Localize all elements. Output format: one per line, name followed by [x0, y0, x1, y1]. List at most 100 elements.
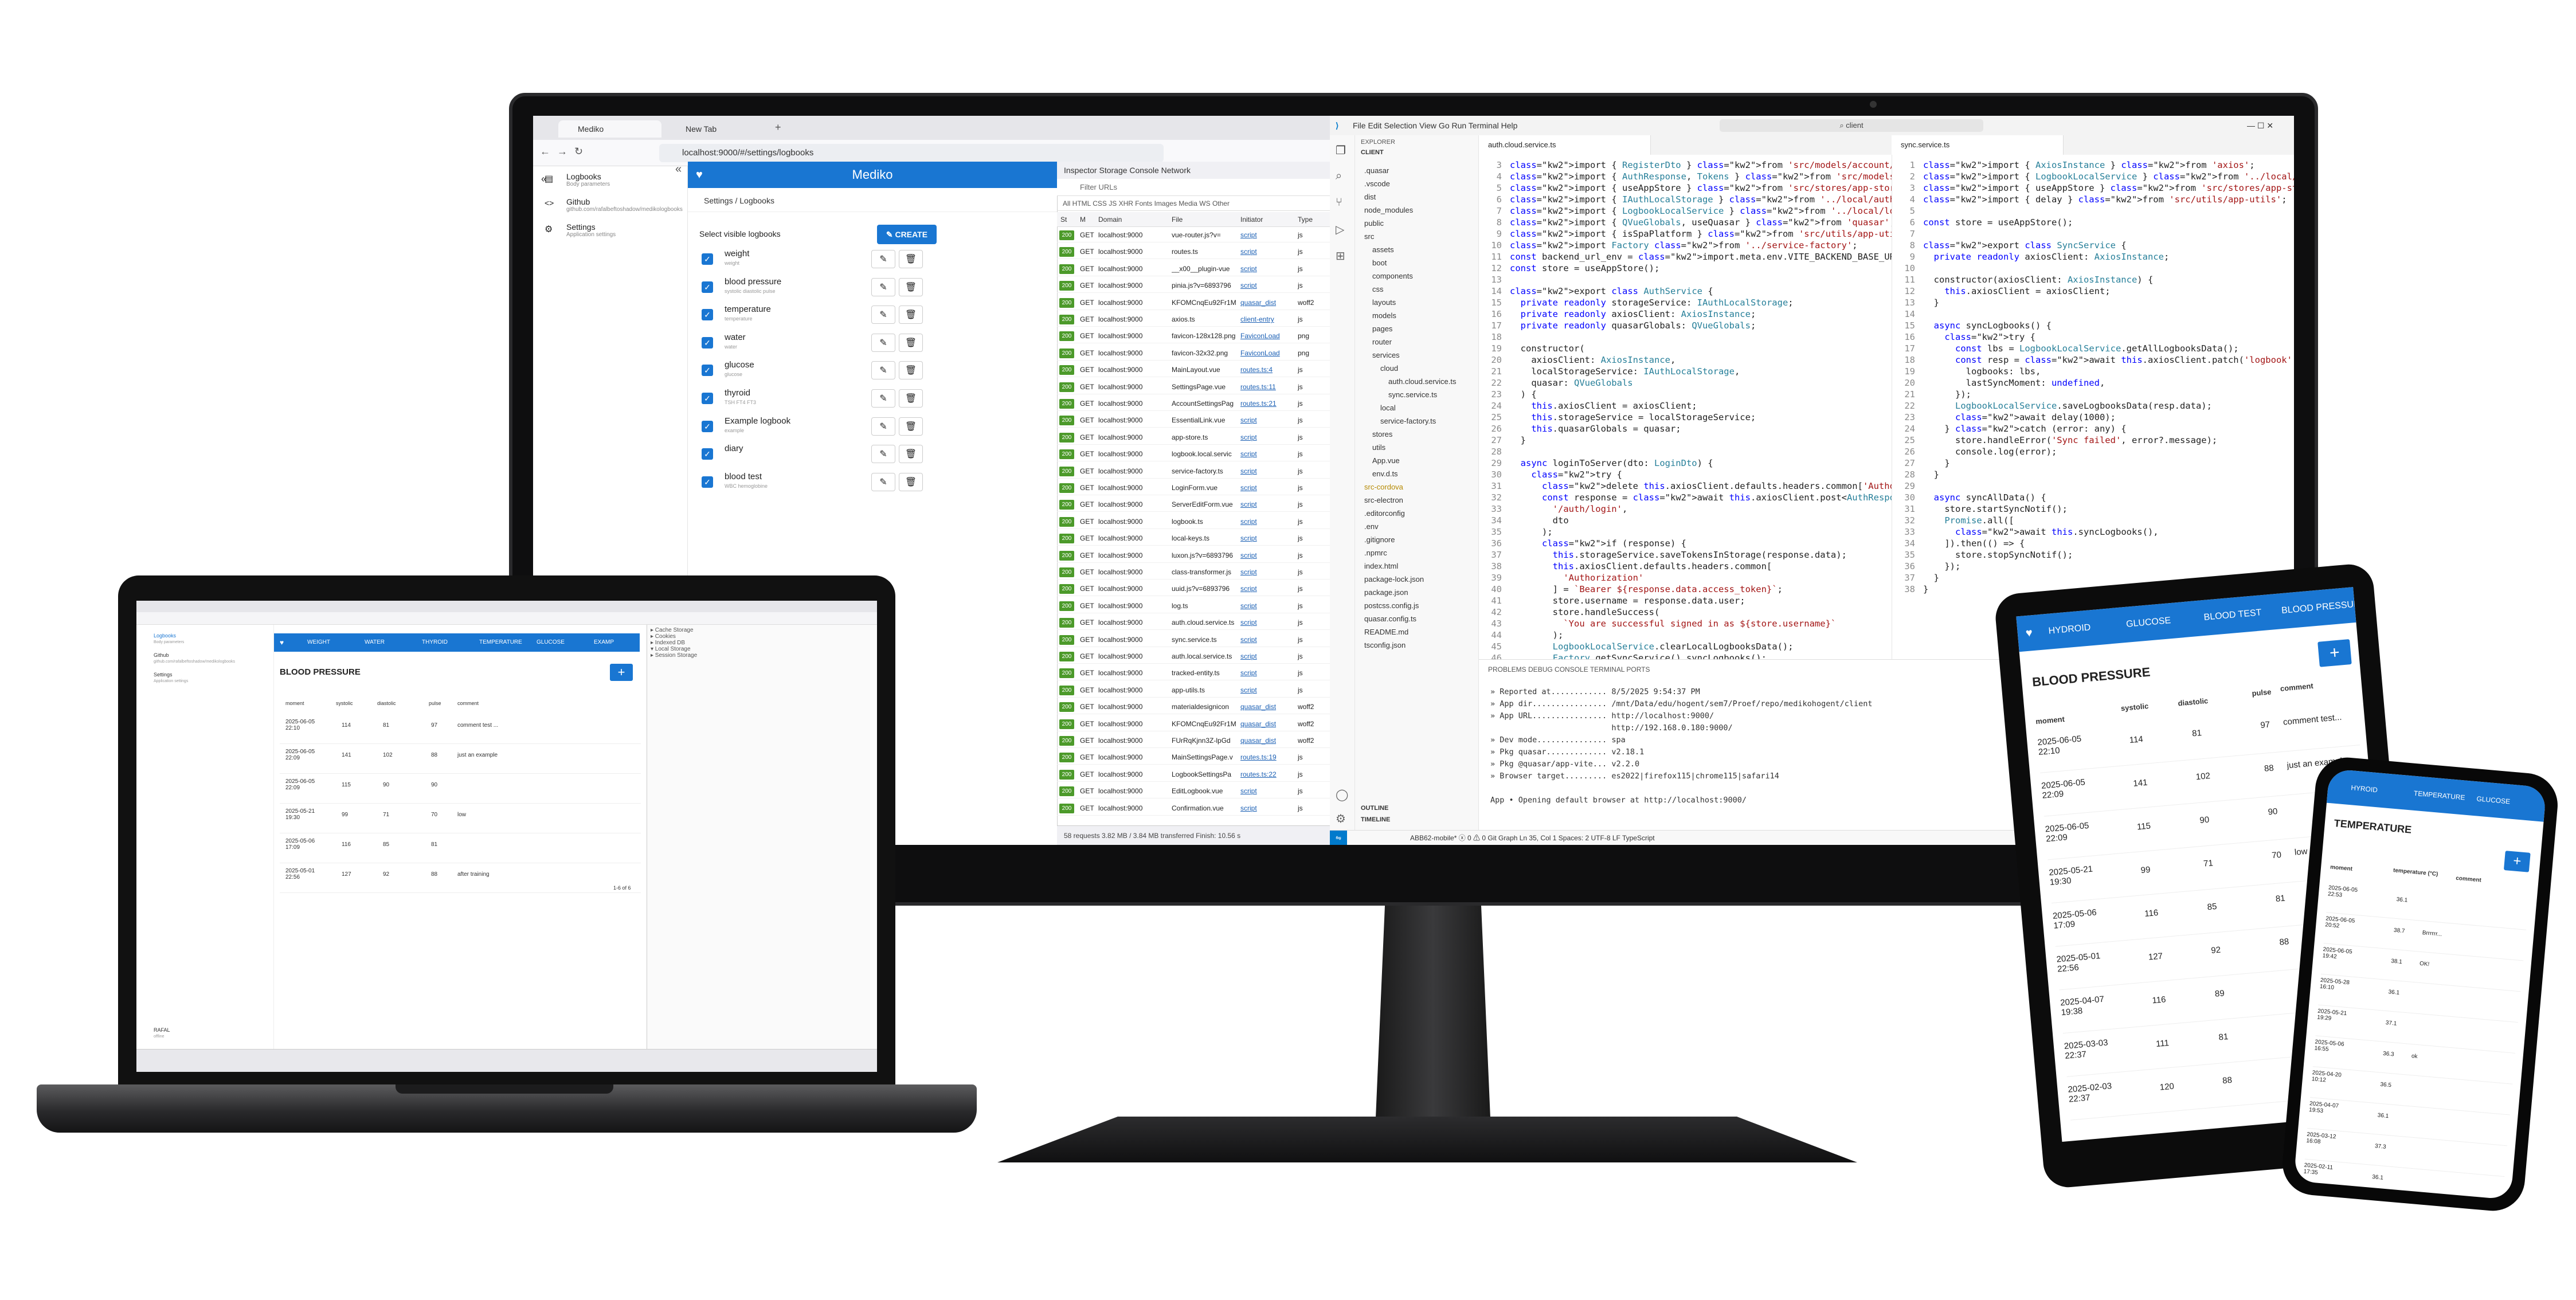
network-request-row[interactable]: 200 GET localhost:9000 EssentialLink.vue scr… [1057, 413, 1330, 428]
explorer-item[interactable]: package-lock.json [1364, 575, 1473, 584]
logbook-row[interactable]: ✓ thyroid TSH FT4 FT3 ✎ 🗑 [694, 385, 934, 412]
explorer-item[interactable]: stores [1372, 430, 1473, 438]
explorer-item[interactable]: src-cordova [1364, 483, 1473, 491]
phone-nav-item[interactable]: GLUCOSE [2475, 781, 2512, 819]
vscode-menu[interactable]: File Edit Selection View Go Run Terminal… [1353, 116, 1517, 135]
timeline-section[interactable]: TIMELINE [1361, 816, 1390, 823]
laptop-sidebar-item-github[interactable]: Github github.com/rafalbeftoshadow/mediko… [154, 652, 268, 664]
network-request-row[interactable]: 200 GET localhost:9000 tracked-entity.ts scr… [1057, 666, 1330, 681]
explorer-item[interactable]: .env [1364, 522, 1473, 531]
network-request-row[interactable]: 200 GET localhost:9000 auth.local.service.t… [1057, 649, 1330, 664]
browser-tab-mediko[interactable]: Mediko [558, 120, 661, 138]
explorer-item[interactable]: public [1364, 219, 1473, 228]
explorer-item[interactable]: utils [1372, 443, 1473, 452]
network-request-row[interactable]: 200 GET localhost:9000 luxon.js?v=6893796 sc… [1057, 549, 1330, 563]
phone-nav-item[interactable]: TEMPERATURE [2412, 776, 2467, 815]
explorer-item[interactable]: package.json [1364, 588, 1473, 597]
forward-icon[interactable]: → [557, 146, 567, 158]
logbook-checkbox[interactable]: ✓ [702, 336, 713, 349]
explorer-item[interactable]: local [1380, 404, 1473, 412]
edit-button[interactable]: ✎ [871, 445, 895, 464]
explorer-item[interactable]: auth.cloud.service.ts [1388, 377, 1473, 386]
explorer-root[interactable]: CLIENT [1361, 149, 1384, 156]
request-initiator[interactable]: script [1240, 245, 1294, 259]
edit-button[interactable]: ✎ [871, 333, 895, 352]
request-initiator[interactable]: client-entry [1240, 312, 1294, 327]
request-initiator[interactable]: script [1240, 481, 1294, 495]
edit-button[interactable]: ✎ [871, 472, 895, 491]
col-diastolic[interactable]: diastolic [377, 700, 396, 706]
phone-nav-item[interactable]: HYROID [2350, 770, 2379, 807]
logbook-checkbox[interactable]: ✓ [702, 448, 713, 460]
tablet-nav-item[interactable]: GLUCOSE [2125, 603, 2172, 643]
explorer-item[interactable]: router [1372, 338, 1473, 346]
request-initiator[interactable]: routes.ts:19 [1240, 750, 1294, 765]
edit-button[interactable]: ✎ [871, 306, 895, 324]
explorer-item[interactable]: .editorconfig [1364, 509, 1473, 518]
explorer-item[interactable]: quasar.config.ts [1364, 614, 1473, 623]
network-request-row[interactable]: 200 GET localhost:9000 logbook.ts script js [1057, 515, 1330, 529]
tablet-add-button[interactable]: + [2317, 639, 2352, 667]
sidebar-item-github[interactable]: <> Github github.com/rafalbeftoshadow/me… [545, 197, 683, 213]
explorer-item[interactable]: components [1372, 272, 1473, 280]
explorer-item[interactable]: App.vue [1372, 456, 1473, 465]
network-request-row[interactable]: 200 GET localhost:9000 logbook.local.servic… [1057, 447, 1330, 462]
network-request-row[interactable]: 200 GET localhost:9000 pinia.js?v=6893796 sc… [1057, 279, 1330, 293]
request-initiator[interactable]: script [1240, 279, 1294, 293]
logbook-checkbox[interactable]: ✓ [702, 420, 713, 432]
delete-button[interactable]: 🗑 [899, 445, 923, 464]
col-file[interactable]: File [1172, 212, 1183, 227]
explorer-item[interactable]: boot [1372, 259, 1473, 267]
explorer-item[interactable]: service-factory.ts [1380, 417, 1473, 425]
reload-icon[interactable]: ↻ [574, 146, 583, 158]
logbook-row[interactable]: ✓ Example logbook example ✎ 🗑 [694, 413, 934, 440]
laptop-sidebar-item-settings[interactable]: Settings Application settings [154, 672, 268, 683]
laptop-table-row[interactable]: 2025-05-01 22:56 127 92 88 after training [280, 863, 641, 893]
network-request-row[interactable]: 200 GET localhost:9000 auth.cloud.service.t… [1057, 616, 1330, 631]
network-request-row[interactable]: 200 GET localhost:9000 app-utils.ts script js [1057, 683, 1330, 698]
laptop-nav-item[interactable]: TEMPERATURE [479, 633, 522, 652]
browser-tab-new[interactable]: New Tab [666, 120, 769, 138]
explorer-item[interactable]: services [1372, 351, 1473, 359]
explorer-item[interactable]: models [1372, 311, 1473, 320]
delete-button[interactable]: 🗑 [899, 250, 923, 268]
explorer-item[interactable]: src-electron [1364, 496, 1473, 504]
panel-tab-labels[interactable]: PROBLEMS DEBUG CONSOLE TERMINAL PORTS [1488, 665, 1650, 674]
network-request-row[interactable]: 200 GET localhost:9000 FUrRqKjnn3Z-lpGd quas… [1057, 734, 1330, 748]
request-initiator[interactable]: script [1240, 531, 1294, 546]
col-moment[interactable]: moment [2035, 715, 2065, 726]
vscode-command-search[interactable]: ⌕ client [1720, 119, 1983, 132]
request-initiator[interactable]: FaviconLoad [1240, 329, 1294, 343]
editor-auth-cloud-service[interactable]: 3 class="kw2">import { RegisterDto } clas… [1479, 155, 1892, 663]
delete-button[interactable]: 🗑 [899, 306, 923, 324]
request-initiator[interactable]: script [1240, 565, 1294, 579]
network-request-row[interactable]: 200 GET localhost:9000 local-keys.ts script j… [1057, 531, 1330, 546]
explorer-item[interactable]: .quasar [1364, 166, 1473, 175]
logbook-checkbox[interactable]: ✓ [702, 281, 713, 293]
logbook-row[interactable]: ✓ temperature temperature ✎ 🗑 [694, 301, 934, 328]
window-controls[interactable]: — ☐ ✕ [2247, 116, 2273, 135]
col-systolic[interactable]: systolic [336, 700, 353, 706]
tablet-nav-item[interactable]: BLOOD TEST [2202, 595, 2263, 636]
request-initiator[interactable]: quasar_dist [1240, 734, 1294, 748]
explorer-item[interactable]: index.html [1364, 562, 1473, 570]
network-request-row[interactable]: 200 GET localhost:9000 SettingsPage.vue rout… [1057, 380, 1330, 394]
col-comment[interactable]: comment [2456, 875, 2481, 884]
laptop-sidebar-item-logbooks[interactable]: Logbooks Body parameters [154, 633, 268, 644]
explorer-item[interactable]: pages [1372, 324, 1473, 333]
col-pulse[interactable]: pulse [2252, 687, 2272, 698]
col-systolic[interactable]: systolic [2120, 702, 2149, 712]
laptop-nav-item[interactable]: GLUCOSE [537, 633, 565, 652]
request-initiator[interactable]: quasar_dist [1240, 296, 1294, 310]
delete-button[interactable]: 🗑 [899, 277, 923, 296]
tablet-nav-item[interactable]: HYDROID [2047, 610, 2092, 649]
request-initiator[interactable]: script [1240, 430, 1294, 445]
request-initiator[interactable]: script [1240, 262, 1294, 276]
explorer-item[interactable]: .gitignore [1364, 535, 1473, 544]
laptop-add-button[interactable]: + [610, 664, 633, 681]
explorer-item[interactable]: cloud [1380, 364, 1473, 373]
request-initiator[interactable]: script [1240, 784, 1294, 798]
request-initiator[interactable]: script [1240, 683, 1294, 698]
remote-icon[interactable]: ⇋ [1330, 831, 1347, 845]
network-request-row[interactable]: 200 GET localhost:9000 Confirmation.vue scri… [1057, 801, 1330, 816]
